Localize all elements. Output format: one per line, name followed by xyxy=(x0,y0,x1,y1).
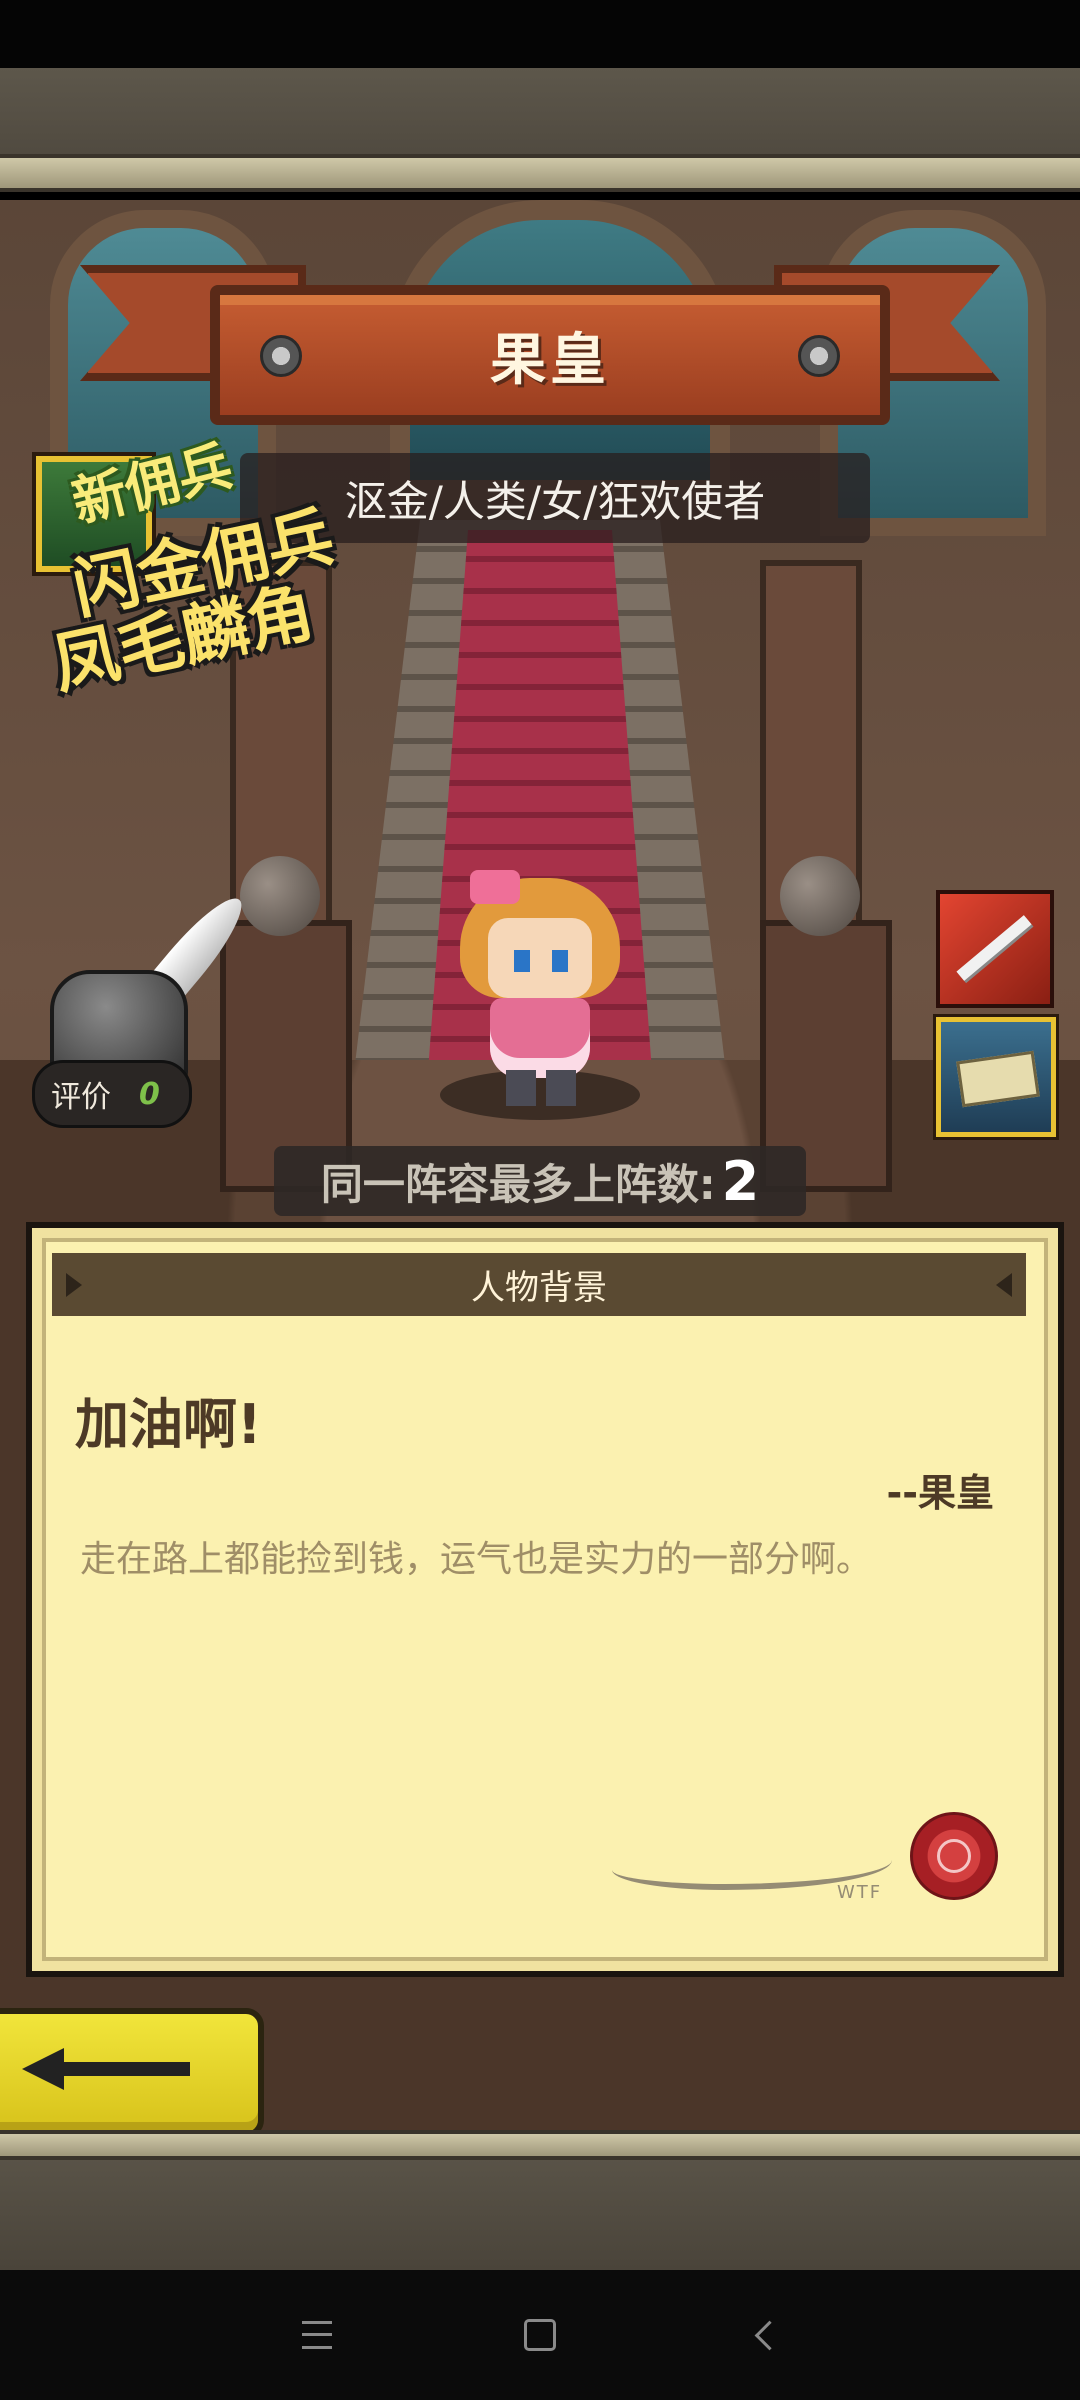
wax-seal-icon xyxy=(910,1812,998,1900)
signature-sub: WTF xyxy=(837,1882,883,1903)
hero-eye xyxy=(552,950,568,972)
quote-title: 加油啊! xyxy=(75,1393,262,1456)
hero-sprite[interactable] xyxy=(440,870,640,1120)
rating-badge[interactable]: 评价 0 xyxy=(32,1060,192,1128)
hero-eye xyxy=(514,950,530,972)
team-limit-value: 2 xyxy=(721,1149,760,1213)
top-frame xyxy=(0,68,1080,192)
status-bar xyxy=(0,0,1080,68)
back-arrow-icon xyxy=(22,2048,192,2090)
sword-skill-icon[interactable] xyxy=(936,890,1054,1008)
back-icon[interactable] xyxy=(730,2300,800,2370)
hero-detail-screen: 果皇 沤金/人类/女/狂欢使者 新佣兵 闪金佣兵 凤毛麟角 评价 0 同一阵容最… xyxy=(0,0,1080,2400)
team-limit-label: 同一阵容最多上阵数: xyxy=(320,1159,716,1209)
banner-ribbon: 果皇 xyxy=(210,285,890,425)
inkwell-rating-button[interactable] xyxy=(40,860,255,1088)
quote-text: 走在路上都能捡到钱，运气也是实力的一部分啊。 xyxy=(80,1539,873,1580)
bottom-frame xyxy=(0,2130,1080,2270)
panel-header-title: 人物背景 xyxy=(471,1268,607,1308)
ticket-skill-icon[interactable] xyxy=(936,1017,1056,1137)
back-button[interactable] xyxy=(0,2008,264,2138)
team-limit-bar: 同一阵容最多上阵数: 2 xyxy=(274,1146,806,1216)
panel-header: 人物背景 xyxy=(52,1253,1026,1316)
hero-name-banner: 果皇 xyxy=(80,235,1000,435)
hero-name: 果皇 xyxy=(490,327,610,393)
hero-legs xyxy=(506,1070,576,1106)
triangle-left-icon xyxy=(66,1273,82,1297)
triangle-right-icon xyxy=(996,1273,1012,1297)
rating-label: 评价 xyxy=(51,1080,111,1115)
home-icon[interactable] xyxy=(505,2300,575,2370)
menu-icon[interactable] xyxy=(282,2300,352,2370)
hero-dress xyxy=(490,998,590,1078)
system-nav-bar xyxy=(0,2270,1080,2400)
rating-value: 0 xyxy=(139,1076,160,1112)
quote-author: --果皇 xyxy=(886,1471,994,1515)
signature: WTF xyxy=(612,1820,912,1903)
hero-bow xyxy=(470,870,520,904)
hero-face xyxy=(488,918,592,998)
new-hero-promo[interactable]: 新佣兵 闪金佣兵 凤毛麟角 xyxy=(30,434,380,703)
